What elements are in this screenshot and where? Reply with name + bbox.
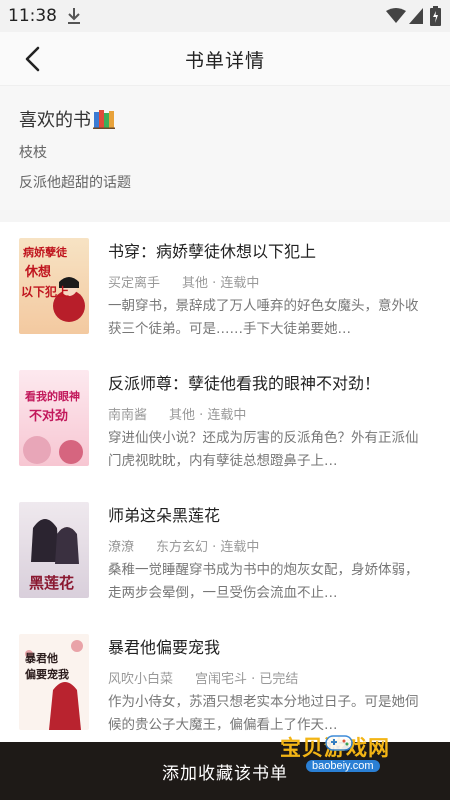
book-author: 潦潦 <box>108 540 135 555</box>
book-category: 东方玄幻 · 连载中 <box>156 540 260 555</box>
download-icon <box>68 8 80 24</box>
svg-text:以下犯上: 以下犯上 <box>21 284 69 299</box>
book-category: 其他 · 连载中 <box>182 276 260 291</box>
book-meta: 买定离手 其他 · 连载中 <box>108 272 281 291</box>
svg-text:暴君他: 暴君他 <box>24 651 58 665</box>
book-item[interactable]: 病娇孽徒 休想 以下犯上 书穿：病娇孽徒休想以下犯上 买定离手 其他 · 连载中 … <box>0 222 450 354</box>
book-description: 一朝穿书，景辞成了万人唾弃的好色女魔头，意外收获三个徒弟。可是……手下大徒弟要她… <box>108 298 419 337</box>
book-meta: 风吹小白菜 宫闱宅斗 · 已完结 <box>108 668 320 687</box>
section-divider <box>0 210 450 222</box>
book-meta: 潦潦 东方玄幻 · 连载中 <box>108 536 281 555</box>
book-description: 桑稚一觉睡醒穿书成为书中的炮灰女配，身娇体弱，走两步会晕倒，一旦受伤会流血不止… <box>108 562 419 601</box>
app-header: 书单详情 <box>0 32 450 86</box>
watermark-logo: 宝贝游戏网 baobeiy.com <box>272 728 448 780</box>
book-author: 南南酱 <box>108 408 148 423</box>
book-category: 宫闱宅斗 · 已完结 <box>195 672 299 687</box>
booklist-name-row: 喜欢的书 <box>19 106 115 132</box>
book-item[interactable]: 黑莲花 师弟这朵黑莲花 潦潦 东方玄幻 · 连载中 桑稚一觉睡醒穿书成为书中的炮灰… <box>0 486 450 618</box>
books-icon <box>93 110 115 129</box>
book-meta: 南南酱 其他 · 连载中 <box>108 404 268 423</box>
svg-text:不对劲: 不对劲 <box>29 408 68 424</box>
book-description: 穿进仙侠小说？还成为厉害的反派角色？外有正派仙门虎视眈眈，内有孽徒总想蹬鼻子上… <box>108 430 419 469</box>
wifi-icon <box>386 8 406 23</box>
book-title: 反派师尊：孽徒他看我的眼神不对劲！ <box>108 374 381 393</box>
svg-text:病娇孽徒: 病娇孽徒 <box>23 245 68 259</box>
svg-text:黑莲花: 黑莲花 <box>29 574 74 592</box>
book-title: 师弟这朵黑莲花 <box>108 506 221 525</box>
watermark-url: baobeiy.com <box>306 760 380 772</box>
status-bar: 11:38 <box>0 0 450 32</box>
book-category: 其他 · 连载中 <box>169 408 247 423</box>
book-cover: 黑莲花 <box>19 502 89 598</box>
book-item[interactable]: 看我的眼神 不对劲 反派师尊：孽徒他看我的眼神不对劲！ 南南酱 其他 · 连载中 … <box>0 354 450 486</box>
gamepad-icon <box>325 735 353 751</box>
booklist-name: 喜欢的书 <box>19 110 91 131</box>
status-time: 11:38 <box>8 6 57 26</box>
svg-text:偏要宠我: 偏要宠我 <box>25 667 69 681</box>
booklist-author: 枝枝 <box>19 145 47 161</box>
booklist-description: 反派他超甜的话题 <box>19 175 131 191</box>
battery-icon <box>430 6 441 26</box>
book-title: 暴君他偏要宠我 <box>108 638 221 657</box>
signal-icon <box>409 8 423 24</box>
book-cover: 看我的眼神 不对劲 <box>19 370 89 466</box>
book-item[interactable]: 暴君他 偏要宠我 暴君他偏要宠我 风吹小白菜 宫闱宅斗 · 已完结 作为小侍女，苏… <box>0 618 450 742</box>
svg-text:看我的眼神: 看我的眼神 <box>25 389 80 403</box>
book-cover: 暴君他 偏要宠我 <box>19 634 89 730</box>
book-author: 买定离手 <box>108 276 161 291</box>
book-author: 风吹小白菜 <box>108 672 174 687</box>
book-cover: 病娇孽徒 休想 以下犯上 <box>19 238 89 334</box>
svg-text:休想: 休想 <box>24 264 51 280</box>
book-list: 病娇孽徒 休想 以下犯上 书穿：病娇孽徒休想以下犯上 买定离手 其他 · 连载中 … <box>0 222 450 742</box>
booklist-info: 喜欢的书 枝枝 反派他超甜的话题 <box>0 86 450 210</box>
page-title: 书单详情 <box>184 50 265 72</box>
book-title: 书穿：病娇孽徒休想以下犯上 <box>108 242 317 261</box>
